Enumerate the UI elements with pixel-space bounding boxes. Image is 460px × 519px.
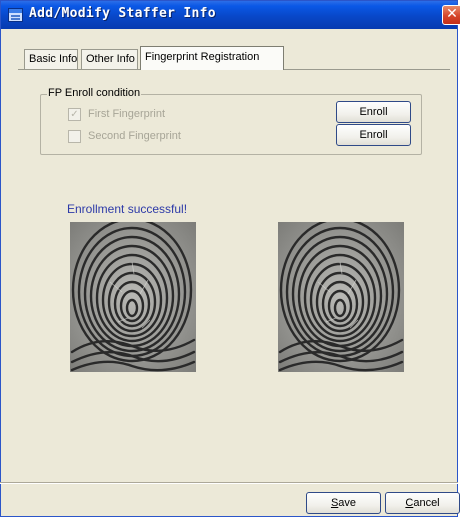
tab-other-info[interactable]: Other Info: [81, 49, 138, 69]
cancel-label: ancel: [413, 497, 440, 509]
window-icon: [8, 8, 23, 22]
enrollment-status: Enrollment successful!: [67, 202, 188, 216]
footer-separator: [0, 482, 458, 484]
close-button[interactable]: ✕: [442, 5, 460, 25]
fingerprint-image-2: [278, 222, 404, 372]
first-fingerprint-checkbox[interactable]: ✓: [68, 108, 81, 121]
title-bar[interactable]: Add/Modify Staffer Info ✕: [1, 1, 460, 29]
fingerprint-image: [278, 222, 404, 372]
save-button[interactable]: Save: [306, 492, 381, 514]
second-fingerprint-label: Second Fingerprint: [88, 130, 181, 142]
first-fingerprint-label: First Fingerprint: [88, 108, 166, 120]
enroll-second-button[interactable]: Enroll: [336, 124, 411, 146]
enroll-first-button[interactable]: Enroll: [336, 101, 411, 123]
save-label: ave: [338, 497, 357, 509]
fingerprint-image: [70, 222, 196, 372]
fp-enroll-legend: FP Enroll condition: [47, 87, 142, 100]
cancel-button[interactable]: Cancel: [385, 492, 460, 514]
second-fingerprint-checkbox[interactable]: [68, 130, 81, 143]
window-title: Add/Modify Staffer Info: [29, 6, 216, 21]
fingerprint-image-1: [70, 222, 196, 372]
tab-fingerprint-registration[interactable]: Fingerprint Registration: [140, 46, 284, 70]
tab-basic-info[interactable]: Basic Info: [24, 49, 78, 69]
